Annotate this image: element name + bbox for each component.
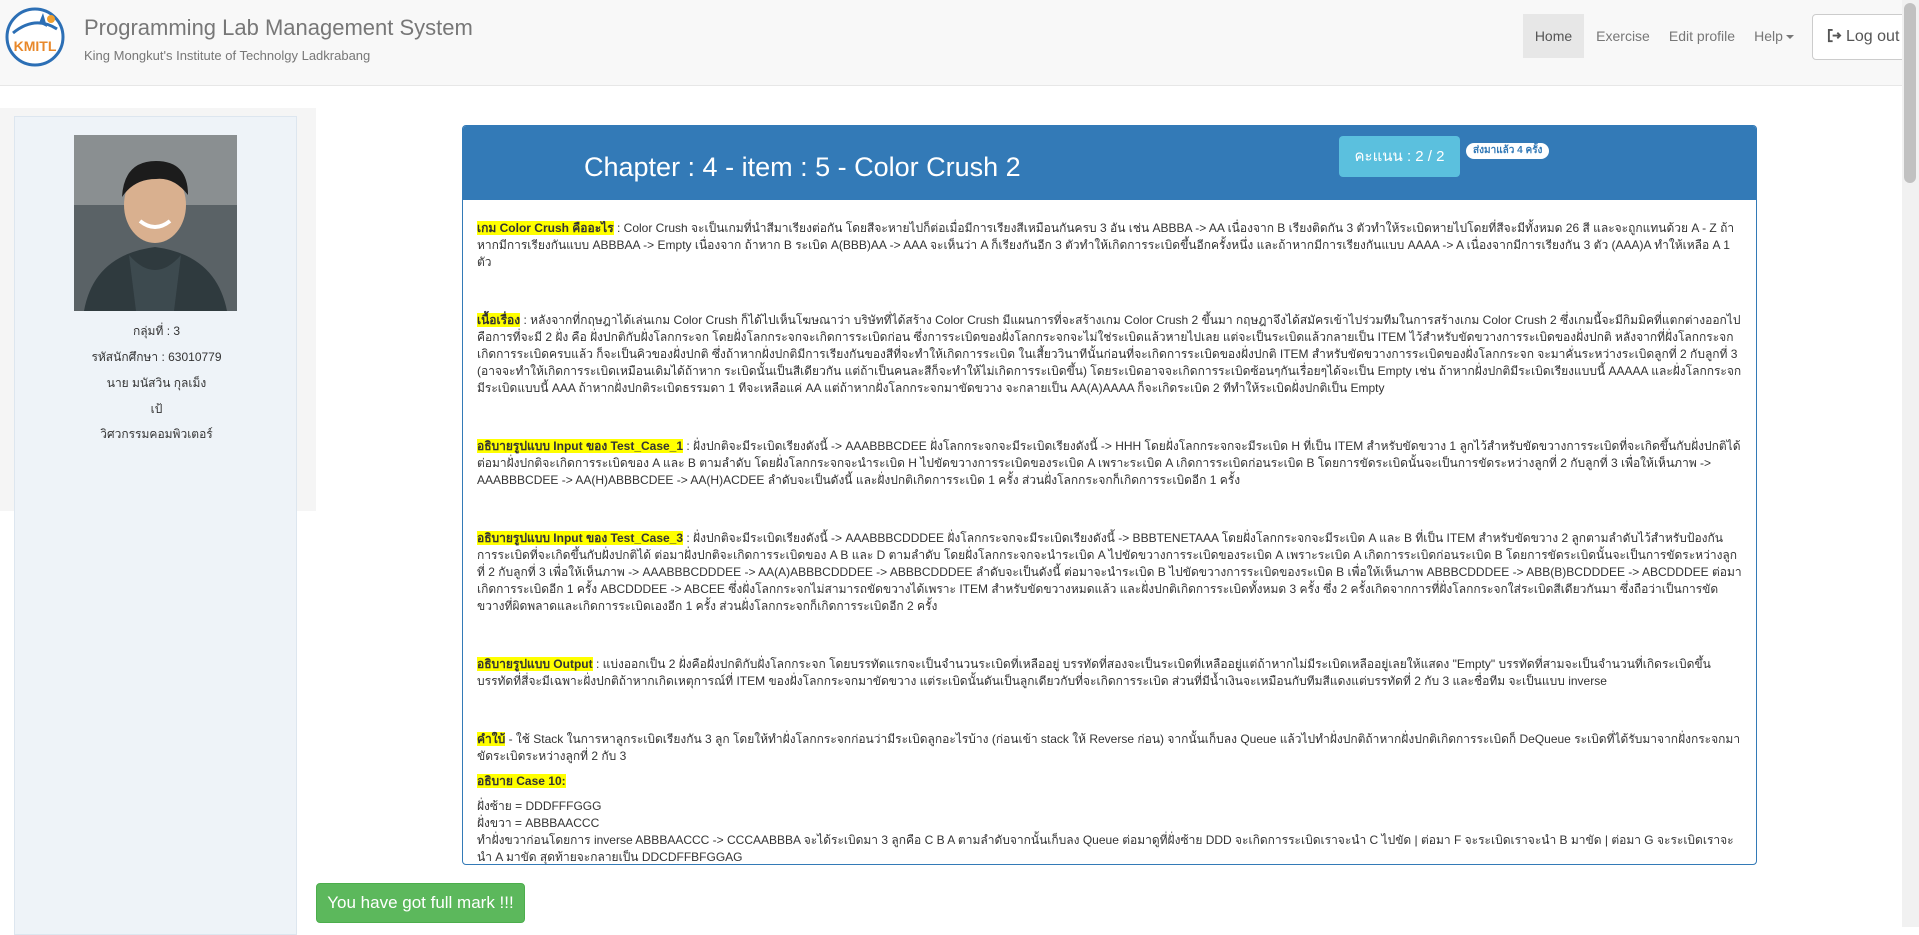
exercise-title: Chapter : 4 - item : 5 - Color Crush 2 <box>584 152 1021 182</box>
case10-line: ฝั่งขวา = ABBBAACCC <box>477 816 600 830</box>
group-label: กลุ่มที่ : 3 <box>132 324 181 338</box>
section-output: อธิบายรูปแบบ Output : แบ่งออกเป็น 2 ฝั่ง… <box>477 656 1742 690</box>
app-subtitle: King Mongkut's Institute of Technolgy La… <box>84 48 371 63</box>
section-test-case-3: อธิบายรูปแบบ Input ของ Test_Case_3 : ฝั่… <box>477 530 1742 615</box>
section-text: - ใช้ Stack ในการหาลูกระเบิดเรียงกัน 3 ล… <box>477 732 1741 763</box>
section-test-case-1: อธิบายรูปแบบ Input ของ Test_Case_1 : ฝั่… <box>477 438 1742 489</box>
scrollbar-thumb[interactable] <box>1904 3 1916 183</box>
section-what-is: เกม Color Crush คืออะไร : Color Crush จะ… <box>477 220 1742 271</box>
page-scrollbar[interactable] <box>1902 0 1919 927</box>
case10-line: ฝั่งซ้าย = DDDFFFGGG <box>477 799 602 813</box>
score-badge: คะแนน : 2 / 2 <box>1339 136 1460 177</box>
section-story: เนื้อเรื่อง : หลังจากที่กฤษฎาได้เล่นเกม … <box>477 312 1742 397</box>
svg-text:KMITL: KMITL <box>14 38 57 54</box>
case10-heading: อธิบาย Case 10: <box>477 774 566 788</box>
student-name: นาย มนัสวิน กุลเม็ง <box>106 376 207 390</box>
submission-count-badge: ส่งมาแล้ว 4 ครั้ง <box>1466 143 1550 159</box>
profile-sidebar: กลุ่มที่ : 3 รหัสนักศึกษา : 63010779 นาย… <box>14 116 297 935</box>
section-text: : หลังจากที่กฤษฎาได้เล่นเกม Color Crush … <box>477 313 1742 395</box>
avatar <box>74 135 237 311</box>
student-id: รหัสนักศึกษา : 63010779 <box>91 350 222 364</box>
section-text: : Color Crush จะเป็นเกมที่นำสีมาเรียงต่อ… <box>477 221 1735 269</box>
panel-heading: Chapter : 4 - item : 5 - Color Crush 2 ค… <box>463 126 1756 200</box>
nav-home[interactable]: Home <box>1523 14 1584 58</box>
section-heading: อธิบายรูปแบบ Input ของ Test_Case_3 <box>477 531 684 545</box>
section-heading: อธิบายรูปแบบ Input ของ Test_Case_1 <box>477 439 684 453</box>
section-heading: คำใบ้ <box>477 732 506 746</box>
kmitl-logo[interactable]: KMITL <box>5 7 65 67</box>
student-nickname: เป้ <box>150 402 163 416</box>
nav-exercise[interactable]: Exercise <box>1589 14 1657 58</box>
section-hint: คำใบ้ - ใช้ Stack ในการหาลูกระเบิดเรียงก… <box>477 731 1742 765</box>
section-heading: เกม Color Crush คืออะไร <box>477 221 614 235</box>
nav-edit-profile[interactable]: Edit profile <box>1662 14 1742 58</box>
logout-icon <box>1827 28 1842 43</box>
caret-down-icon <box>1785 35 1794 40</box>
nav-help-label: Help <box>1754 28 1783 44</box>
section-heading: เนื้อเรื่อง <box>477 313 521 327</box>
case10-heading-line: อธิบาย Case 10: <box>477 773 1742 790</box>
logout-label: Log out <box>1846 28 1900 45</box>
case10-line: ทำฝั่งขวาก่อนโดยการ inverse ABBBAACCC ->… <box>477 833 1734 864</box>
section-heading: อธิบายรูปแบบ Output <box>477 657 593 671</box>
section-text: : แบ่งออกเป็น 2 ฝั่งคือฝั่งปกติกับฝั่งโล… <box>477 657 1711 688</box>
navbar: KMITL Programming Lab Management System … <box>0 0 1919 86</box>
student-department: วิศวกรรมคอมพิวเตอร์ <box>100 427 213 441</box>
full-mark-alert: You have got full mark !!! <box>316 883 525 923</box>
exercise-panel: Chapter : 4 - item : 5 - Color Crush 2 ค… <box>462 125 1757 865</box>
nav-help[interactable]: Help <box>1749 14 1799 58</box>
app-title[interactable]: Programming Lab Management System <box>84 15 473 41</box>
exercise-description: เกม Color Crush คืออะไร : Color Crush จะ… <box>477 220 1742 864</box>
